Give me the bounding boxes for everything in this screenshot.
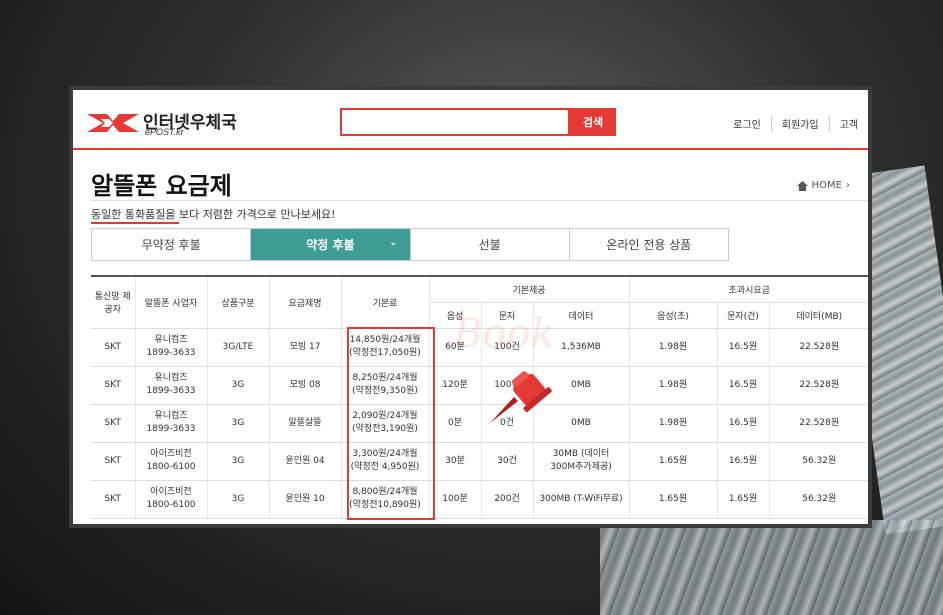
header-plan: 요금제명	[269, 275, 342, 329]
tab-label: 선불	[478, 238, 501, 252]
header-provider: 알뜰폰 사업자	[135, 275, 208, 329]
breadcrumb: HOME ›	[796, 180, 850, 191]
cell-plan: 윤인원 10	[269, 480, 342, 519]
breadcrumb-separator: ›	[846, 180, 850, 191]
cell-carrier: SKT	[91, 404, 136, 443]
cell-type: 3G	[207, 480, 270, 519]
table-row: SKT 유니컴즈 1899-3633 3G 알뜰살뜰 2,090원/24개월 (약정…	[91, 404, 868, 443]
cell-over-sms: 16.5원	[717, 328, 770, 367]
site-header: 인터넷우체국 ePOST.kr 검색 로그인 회원가입 고객	[73, 90, 868, 150]
signup-link[interactable]: 회원가입	[770, 116, 829, 131]
cell-type: 3G	[207, 404, 270, 443]
cell-carrier: SKT	[91, 366, 136, 405]
cell-over-sms: 16.5원	[717, 404, 770, 443]
cell-provider: 아이즈비전 1800-6100	[135, 480, 208, 519]
subtitle-underline	[91, 222, 179, 224]
header-type: 상품구분	[207, 275, 270, 329]
page-subtitle: 동일한 통화품질을 보다 저렴한 가격으로 만나보세요!	[91, 208, 336, 221]
table-row: SKT 아이즈비전 1800-6100 3G 윤인원 10 8,800원/24개월…	[91, 480, 868, 519]
cell-voice: 100분	[429, 480, 482, 519]
cell-over-sms: 16.5원	[717, 442, 770, 481]
breadcrumb-home[interactable]: HOME	[812, 180, 842, 191]
customer-link[interactable]: 고객	[828, 116, 868, 131]
cell-provider: 유니컴즈 1899-3633	[135, 404, 208, 443]
cell-over-voice: 1.65원	[629, 442, 718, 481]
cell-provider: 유니컴즈 1899-3633	[135, 366, 208, 405]
cell-voice: 30분	[429, 442, 482, 481]
cell-over-voice: 1.98원	[629, 328, 718, 367]
search-input[interactable]	[340, 108, 570, 136]
header-over-voice: 음성(초)	[629, 302, 718, 329]
plan-tabs: 무약정 후불 약정 후불 ⌄ 선불 온라인 전용 상품	[91, 228, 729, 261]
cell-over-data: 56.32원	[769, 442, 868, 481]
cell-fee: 2,090원/24개월 (약정전3,190원)	[341, 404, 430, 443]
screenshot-frame: 인터넷우체국 ePOST.kr 검색 로그인 회원가입 고객 알뜰폰 요금제 H…	[69, 86, 872, 528]
tab-no-contract-postpaid[interactable]: 무약정 후불	[92, 229, 252, 260]
cell-data: 30MB (데이터 300M추가제공)	[533, 442, 630, 481]
cell-data: 300MB (T-WiFi무료)	[533, 480, 630, 519]
cell-provider: 아이즈비전 1800-6100	[135, 442, 208, 481]
cell-plan: 모빙 17	[269, 328, 342, 367]
tab-label: 온라인 전용 상품	[606, 238, 692, 252]
cell-fee: 8,250원/24개월 (약정전9,350원)	[341, 366, 430, 405]
tab-prepaid[interactable]: 선불	[410, 229, 570, 260]
epost-logo-icon	[87, 114, 139, 132]
cell-type: 3G	[207, 442, 270, 481]
cell-over-data: 22.528원	[769, 366, 868, 405]
cell-plan: 모빙 08	[269, 366, 342, 405]
cell-over-data: 22.528원	[769, 404, 868, 443]
cell-over-data: 56.32원	[769, 480, 868, 519]
tab-label: 약정 후불	[306, 238, 355, 252]
top-links: 로그인 회원가입 고객	[723, 116, 868, 131]
search-button[interactable]: 검색	[570, 108, 616, 136]
cell-fee: 14,850원/24개월 (약정전17,050원)	[341, 328, 430, 367]
header-overage-group: 초과시요금	[629, 275, 868, 303]
title-divider	[91, 200, 868, 201]
cell-carrier: SKT	[91, 442, 136, 481]
page-title: 알뜰폰 요금제	[91, 172, 232, 200]
tab-contract-postpaid[interactable]: 약정 후불 ⌄	[251, 229, 411, 260]
cell-over-sms: 16.5원	[717, 366, 770, 405]
cell-plan: 알뜰살뜰	[269, 404, 342, 443]
cell-over-voice: 1.65원	[629, 480, 718, 519]
header-carrier: 통신망 제공자	[91, 275, 136, 329]
background-money-bills-bottom	[600, 520, 943, 615]
cell-sms: 30건	[481, 442, 534, 481]
cell-voice: 120분	[429, 366, 482, 405]
cell-carrier: SKT	[91, 480, 136, 519]
cell-fee: 3,300원/24개월 (약정전 4,950원)	[341, 442, 430, 481]
cell-type: 3G	[207, 366, 270, 405]
tab-online-only[interactable]: 온라인 전용 상품	[569, 229, 728, 260]
site-logo[interactable]: 인터넷우체국 ePOST.kr	[87, 108, 237, 140]
cell-over-sms: 1.65원	[717, 480, 770, 519]
chevron-down-icon: ⌄	[389, 237, 398, 248]
home-icon	[796, 180, 808, 191]
cell-voice: 0분	[429, 404, 482, 443]
cell-plan: 윤인원 04	[269, 442, 342, 481]
cell-sms: 200건	[481, 480, 534, 519]
cell-carrier: SKT	[91, 328, 136, 367]
cell-fee: 8,800원/24개월 (약정전10,890원)	[341, 480, 430, 519]
cell-over-data: 22.528원	[769, 328, 868, 367]
table-row: SKT 아이즈비전 1800-6100 3G 윤인원 04 3,300원/24개월…	[91, 442, 868, 481]
cell-provider: 유니컴즈 1899-3633	[135, 328, 208, 367]
push-pin-icon	[490, 371, 552, 423]
cell-over-voice: 1.98원	[629, 404, 718, 443]
header-over-sms: 문자(건)	[717, 302, 770, 329]
header-basic-group: 기본제공	[429, 275, 630, 303]
tab-label: 무약정 후불	[141, 238, 201, 252]
cell-over-voice: 1.98원	[629, 366, 718, 405]
cell-type: 3G/LTE	[207, 328, 270, 367]
watermark-text: Book	[453, 311, 555, 357]
login-link[interactable]: 로그인	[723, 116, 771, 131]
header-over-data: 데이터(MB)	[769, 302, 868, 329]
header-base-fee: 기본료	[341, 275, 430, 329]
table-row: SKT 유니컴즈 1899-3633 3G 모빙 08 8,250원/24개월 (약…	[91, 366, 868, 405]
logo-subtext: ePOST.kr	[145, 127, 184, 137]
